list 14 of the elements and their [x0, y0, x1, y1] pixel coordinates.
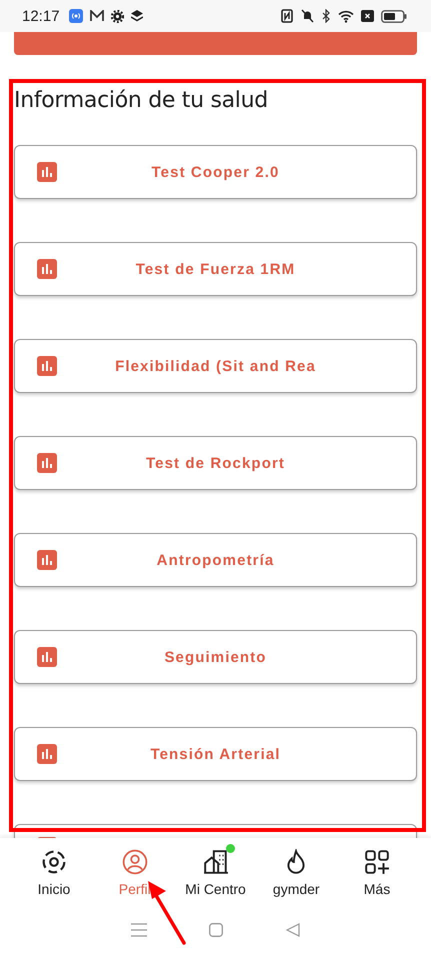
nav-tab[interactable]: gymder	[256, 843, 336, 897]
nav-tab[interactable]: Más	[337, 843, 417, 897]
test-button[interactable]: Seguimiento	[14, 630, 417, 684]
test-button[interactable]: Test de Fuerza 1RM	[14, 242, 417, 296]
test-button[interactable]: Antropometría	[14, 533, 417, 587]
test-button[interactable]: Tensión Arterial	[14, 727, 417, 781]
test-button[interactable]: Test Cooper 2.0	[14, 145, 417, 199]
nav-tab[interactable]: Inicio	[14, 843, 94, 897]
test-button[interactable]: Flexibilidad (Sit and Rea	[14, 339, 417, 393]
section-heading: Información de tu salud	[14, 87, 269, 115]
nav-tab[interactable]: Mi Centro	[176, 843, 256, 897]
status-time: 12:17	[22, 8, 60, 24]
test-button[interactable]: Test de Rockport	[14, 436, 417, 490]
nav-tab[interactable]: Perfil	[94, 843, 175, 897]
